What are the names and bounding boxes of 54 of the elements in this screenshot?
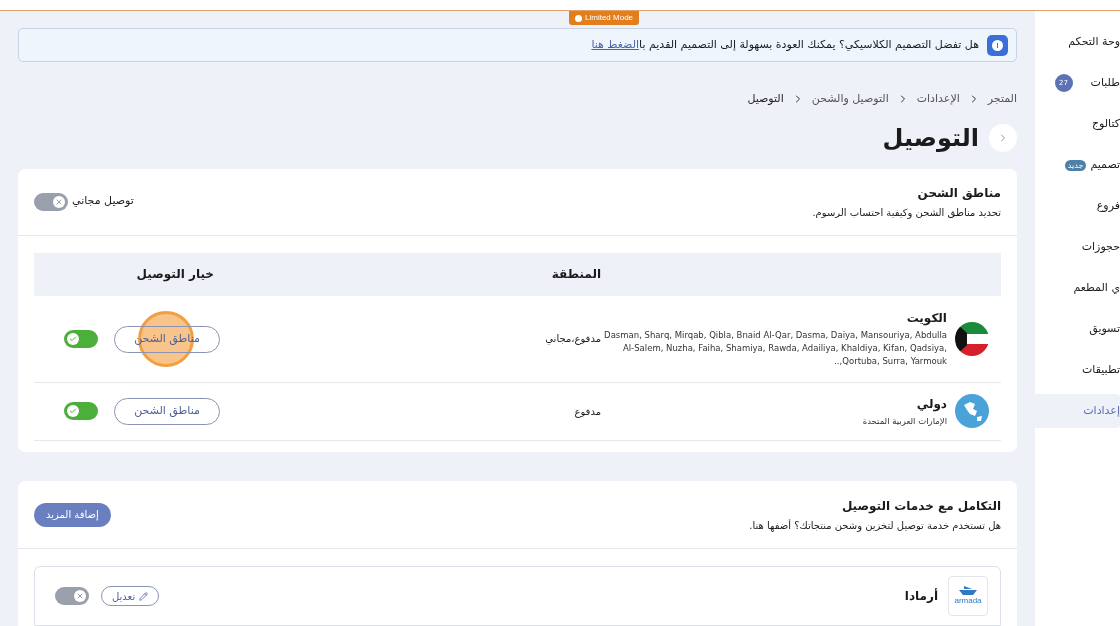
sidebar-item[interactable]: وحة التحكم [1035, 25, 1120, 59]
region-name: دولي [915, 395, 947, 413]
section-title: مناطق الشحن [916, 184, 1001, 202]
banner-text: هل تفضل التصميم الكلاسيكي؟ يمكنك العودة بسهولة إلى التصميم القديم باالضغط هنا [591, 36, 979, 53]
toggle-switch[interactable] [64, 402, 98, 421]
sidebar-label: طلبات [1090, 74, 1120, 91]
page-title: التوصيل [882, 122, 979, 154]
breadcrumb-link[interactable]: المتجر [987, 91, 1017, 108]
globe-icon [955, 394, 989, 429]
toggle-switch[interactable] [34, 192, 68, 211]
sidebar-item[interactable]: كتالوج [1035, 107, 1120, 141]
sidebar-item[interactable]: ي المطعم [1035, 271, 1120, 305]
sidebar-item[interactable]: تطبيقات [1035, 353, 1120, 387]
shipping-zones-button[interactable]: مناطق الشحن [114, 398, 220, 426]
banner-link[interactable]: الضغط هنا [591, 37, 640, 51]
breadcrumb-link[interactable]: الإعدادات [916, 91, 960, 108]
region-areas: الإمارات العربية المتحدة [862, 414, 947, 428]
sidebar-label: تطبيقات [1082, 361, 1120, 378]
logo-text: armada [954, 594, 982, 607]
sidebar-label: وحة التحكم [1068, 33, 1120, 50]
sidebar-label: تسويق [1089, 320, 1120, 337]
info-icon [987, 34, 1008, 56]
sidebar-item[interactable]: تسويق [1035, 312, 1120, 346]
column-header: المنطقة [550, 266, 601, 284]
sidebar-label: إعدادات [1083, 402, 1120, 419]
boat-icon [959, 585, 977, 595]
sidebar-label: حجوزات [1081, 238, 1120, 255]
sidebar-label: ي المطعم [1073, 279, 1120, 296]
service-name: أرمادا [904, 587, 938, 605]
pricing-text: مدفوع،مجاني [544, 332, 601, 347]
sidebar-label: تصميم [1090, 156, 1120, 173]
sidebar-label: فروع [1096, 197, 1120, 214]
column-header: خيار التوصيل [135, 266, 215, 284]
toggle-label: توصيل مجاني [72, 193, 134, 210]
add-more-button[interactable]: إضافة المزيد [34, 502, 111, 527]
info-icon [575, 14, 582, 22]
section-description: تحديد مناطق الشحن وكيفية احتساب الرسوم. [812, 205, 1001, 220]
new-badge: جديد [1064, 159, 1087, 171]
kuwait-flag-icon [955, 321, 989, 356]
region-areas: Dasman, Sharq, Mirqab, Qibla, Bnaid Al-Qar, Dasma, Daiya, Mansouriya, Abdulla Al-Salem, Nuzha, Faiha, Shamiya, Rawda, Adailiya, Khaldiya, Kifan, Qadsiya, Qortuba, Surra, Yarmouk,.. [601, 329, 947, 369]
sidebar-item[interactable]: تصميم جديد [1035, 148, 1120, 182]
limited-mode-badge: Limited Mode [569, 11, 640, 25]
toggle-switch[interactable] [64, 329, 98, 348]
pencil-icon [139, 591, 149, 601]
toggle-switch[interactable] [55, 587, 89, 605]
sidebar-item[interactable]: حجوزات [1035, 230, 1120, 264]
region-name: الكويت [905, 310, 947, 328]
section-title: التكامل مع خدمات التوصيل [840, 497, 1001, 515]
section-description: هل تستخدم خدمة توصيل لتخزين وشحن منتجاتك؟ أضفها هنا. [749, 518, 1001, 533]
sidebar-item[interactable]: فروع [1035, 189, 1120, 223]
sidebar-label: كتالوج [1091, 115, 1120, 132]
sidebar-item[interactable]: إعدادات [1035, 394, 1120, 428]
breadcrumb-link[interactable]: التوصيل والشحن [811, 91, 889, 108]
pricing-text: مدفوع [573, 404, 601, 419]
